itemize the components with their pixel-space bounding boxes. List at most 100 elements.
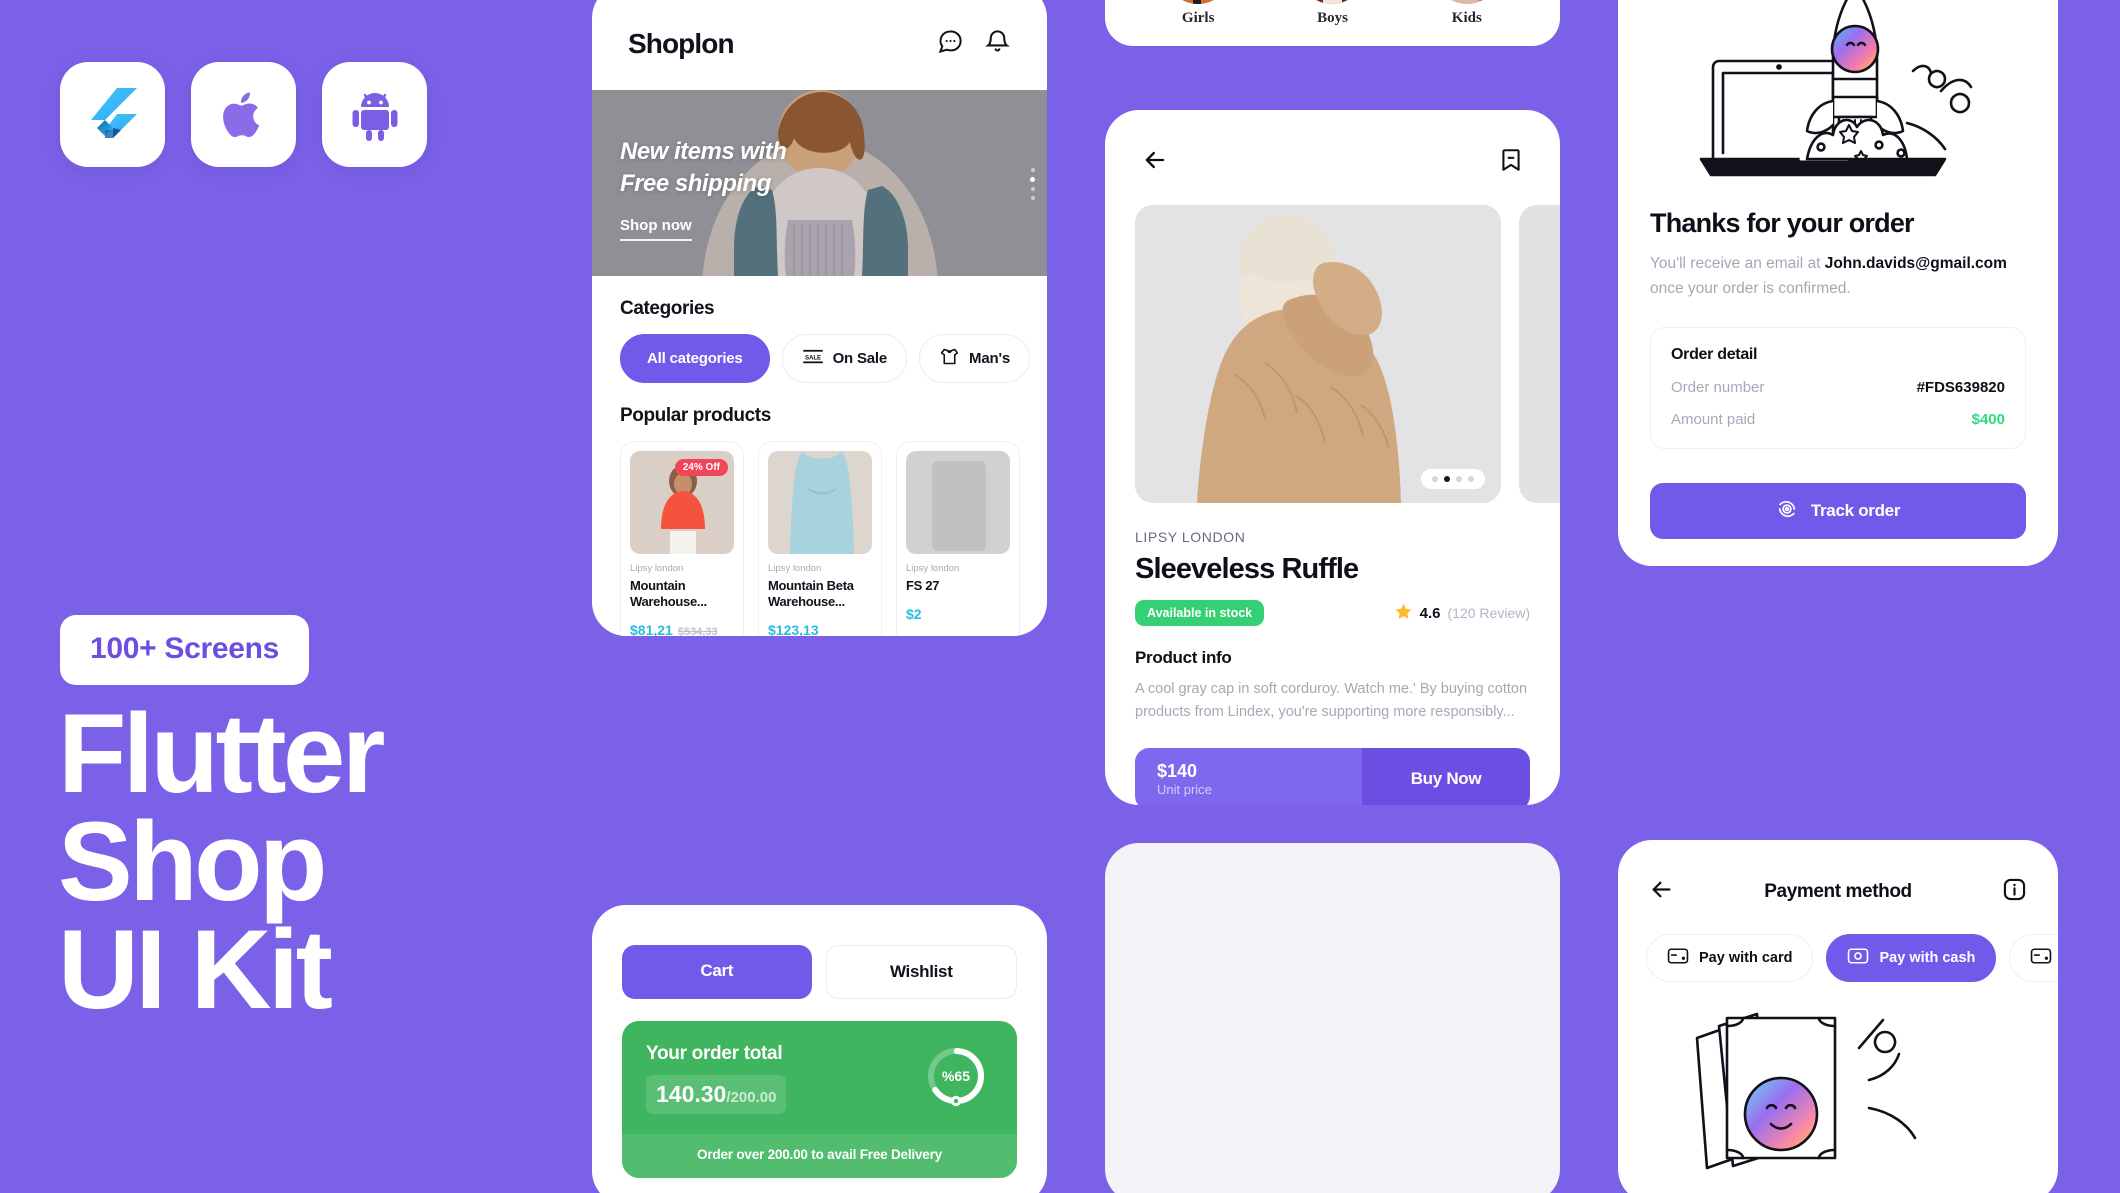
top-category-boys[interactable]: Boys xyxy=(1299,0,1366,27)
payment-method-panel: Payment method Pay with card Pay with ca… xyxy=(1618,840,2058,1193)
category-thumb xyxy=(1299,0,1366,4)
screens-count-badge: 100+ Screens xyxy=(60,615,310,685)
app-header: Shoplon xyxy=(592,0,1047,90)
category-label: Girls xyxy=(1181,10,1215,26)
product-price: $123,13 xyxy=(768,622,819,636)
amount-paid-value: $400 xyxy=(1971,411,2005,428)
headline-line-3: UI Kit xyxy=(58,907,333,1032)
headline-line-1: Flutter xyxy=(58,691,385,816)
sale-tag-icon: SALE xyxy=(802,349,824,369)
top-category-kids[interactable]: Kids xyxy=(1433,0,1500,27)
product-card[interactable]: Lipsy london FS 27 $2 xyxy=(896,441,1020,636)
product-name: FS 27 xyxy=(906,578,940,593)
payment-chip-use[interactable]: Use xyxy=(2009,934,2058,982)
buy-bar[interactable]: $140 Unit price Buy Now xyxy=(1135,748,1530,805)
hero-pager-dots[interactable] xyxy=(1030,168,1035,200)
star-icon xyxy=(1394,602,1413,625)
payment-method-chips[interactable]: Pay with card Pay with cash xyxy=(1618,908,2058,982)
app-logo: Shoplon xyxy=(628,28,735,59)
payment-chip-label: Pay with card xyxy=(1699,950,1793,966)
order-number-row: Order number #FDS639820 xyxy=(1671,379,2005,396)
payment-chip-card[interactable]: Pay with card xyxy=(1646,934,1814,982)
product-carousel[interactable]: 24% Off Lipsy london Mountain Warehouse.… xyxy=(592,427,1047,636)
category-chip-all[interactable]: All categories xyxy=(620,334,770,383)
product-brand: LIPSY LONDON xyxy=(1135,529,1246,545)
unit-price-value: $140 xyxy=(1157,761,1198,781)
headline-line-2: Shop xyxy=(58,799,327,924)
back-arrow-icon[interactable] xyxy=(1141,146,1169,179)
order-detail-title: Order detail xyxy=(1671,346,1758,363)
product-hero-image xyxy=(1135,205,1501,503)
success-sub-suffix: once your order is confirmed. xyxy=(1650,280,1851,297)
carousel-dots[interactable] xyxy=(1421,469,1485,489)
review-count: (120 Review) xyxy=(1447,605,1530,621)
category-thumb xyxy=(1433,0,1500,4)
order-amount-value: 140.30 xyxy=(656,1081,727,1107)
product-name: Mountain Beta Warehouse... xyxy=(768,578,854,609)
order-email: John.davids@gmail.com xyxy=(1824,255,2007,272)
rating-block: 4.6 (120 Review) xyxy=(1394,602,1530,625)
back-arrow-icon[interactable] xyxy=(1648,876,1675,908)
category-label: Boys xyxy=(1317,10,1348,26)
product-price-row: $2 xyxy=(906,606,1010,622)
category-chip-mans[interactable]: Man's xyxy=(919,334,1030,383)
product-price: $2 xyxy=(906,606,922,622)
amount-paid-label: Amount paid xyxy=(1671,411,1756,428)
buy-now-button[interactable]: Buy Now xyxy=(1362,748,1530,805)
product-card[interactable]: 24% Off Lipsy london Mountain Warehouse.… xyxy=(620,441,744,636)
product-price: $81,21 xyxy=(630,622,673,636)
unit-price-label: Unit price xyxy=(1157,782,1212,797)
track-order-button[interactable]: Track order xyxy=(1650,483,2026,539)
platform-badges xyxy=(60,62,427,167)
credit-card-icon xyxy=(2030,947,2052,969)
tab-wishlist[interactable]: Wishlist xyxy=(825,945,1017,999)
category-chip-label: Man's xyxy=(969,350,1010,367)
success-sub-prefix: You'll receive an email at xyxy=(1650,255,1825,272)
header-actions xyxy=(937,28,1011,60)
top-category-girls[interactable]: Girls xyxy=(1165,0,1232,27)
order-amount-goal: /200.00 xyxy=(726,1089,777,1106)
flutter-logo-icon xyxy=(60,62,165,167)
payment-header: Payment method xyxy=(1618,840,2058,908)
category-thumb xyxy=(1165,0,1232,4)
payment-chip-cash[interactable]: Pay with cash xyxy=(1826,934,1997,982)
order-number-value: #FDS639820 xyxy=(1916,379,2005,396)
hero-banner[interactable]: New items with Free shipping Shop now xyxy=(592,90,1047,276)
top-category-row[interactable]: Girls Boys Kids xyxy=(1105,0,1560,27)
ui-kit-showcase: 100+ Screens Flutter Shop UI Kit Shoplon xyxy=(0,0,2120,1193)
cart-tabs[interactable]: Cart Wishlist xyxy=(592,905,1047,999)
order-success-panel: Thanks for your order You'll receive an … xyxy=(1618,0,2058,566)
hero-line-2: Free shipping xyxy=(620,170,771,197)
track-order-label: Track order xyxy=(1810,501,1901,520)
category-chip-label: On Sale xyxy=(832,350,888,367)
unit-price-block: $140 Unit price xyxy=(1135,748,1362,805)
promo-column: 100+ Screens Flutter Shop UI Kit xyxy=(0,0,592,1193)
success-subtitle: You'll receive an email at John.davids@g… xyxy=(1618,239,2058,301)
chat-icon[interactable] xyxy=(937,28,964,60)
order-number-label: Order number xyxy=(1671,379,1765,396)
category-chip-row[interactable]: All categories SALE On Sale Man's xyxy=(592,320,1047,383)
cash-illustration xyxy=(1618,982,2058,1172)
popular-products-title: Popular products xyxy=(620,405,771,426)
shop-now-link[interactable]: Shop now xyxy=(620,217,692,241)
order-detail-card: Order detail Order number #FDS639820 Amo… xyxy=(1650,327,2026,449)
svg-text:SALE: SALE xyxy=(805,354,821,361)
product-gallery-next[interactable] xyxy=(1519,205,1560,503)
apple-logo-icon xyxy=(191,62,296,167)
notification-bell-icon[interactable] xyxy=(984,28,1011,60)
home-screen-panel: Shoplon New items with Free shipping Sho… xyxy=(592,0,1047,636)
bookmark-icon[interactable] xyxy=(1498,147,1524,178)
product-price-row: $81,21 $534,33 xyxy=(630,622,734,636)
info-icon[interactable] xyxy=(2001,876,2028,908)
discount-badge: 24% Off xyxy=(674,459,728,476)
success-title: Thanks for your order xyxy=(1650,208,1915,238)
product-gallery[interactable] xyxy=(1135,205,1560,503)
android-logo-icon xyxy=(322,62,427,167)
product-image: 24% Off xyxy=(630,451,734,554)
category-chip-on-sale[interactable]: SALE On Sale xyxy=(781,334,908,383)
payment-chip-label: Pay with cash xyxy=(1879,950,1976,966)
tab-cart[interactable]: Cart xyxy=(622,945,812,999)
product-brand: Lipsy london xyxy=(768,563,822,574)
product-card[interactable]: Lipsy london Mountain Beta Warehouse... … xyxy=(758,441,882,636)
order-total-card: Your order total 140.30/200.00 %65 Order… xyxy=(622,1021,1017,1178)
